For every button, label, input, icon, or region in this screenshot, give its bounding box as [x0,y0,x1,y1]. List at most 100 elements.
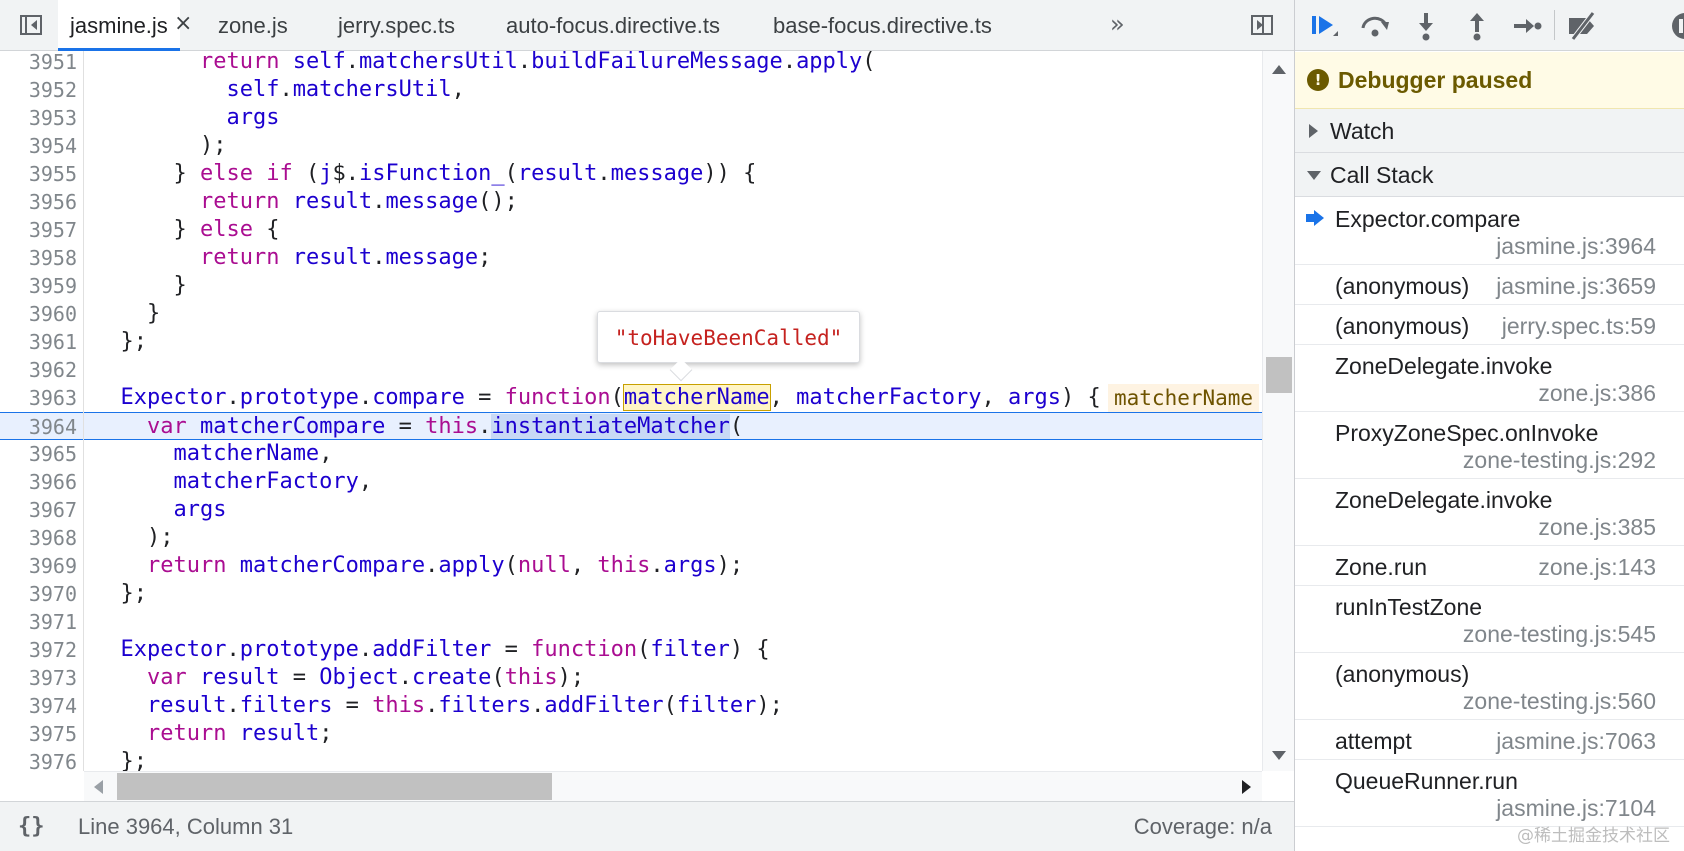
line-number[interactable]: 3975 [0,720,77,748]
frame-location[interactable]: jasmine.js:3964 [1496,233,1656,260]
line-number[interactable]: 3965 [0,440,77,468]
line-number[interactable]: 3968 [0,524,77,552]
call-stack-section-header[interactable]: Call Stack [1295,153,1684,197]
call-stack-frame[interactable]: attempt jasmine.js:7063 [1295,720,1684,760]
code-text: return self.matchersUtil.buildFailureMes… [199,51,876,74]
resume-button[interactable] [1303,6,1343,46]
code-line[interactable]: 3955 } else if (j$.isFunction_(result.me… [0,160,1262,188]
scroll-up-arrow-icon[interactable] [1272,65,1286,74]
call-stack-frame[interactable]: runInTestZone zone-testing.js:545 [1295,586,1684,653]
line-number[interactable]: 3972 [0,636,77,664]
line-number[interactable]: 3960 [0,300,77,328]
scroll-down-arrow-icon[interactable] [1272,751,1286,760]
code-line[interactable]: 3974 result.filters = this.filters.addFi… [0,692,1262,720]
frame-location[interactable]: zone-testing.js:545 [1463,621,1656,648]
line-number[interactable]: 3952 [0,76,77,104]
line-number[interactable]: 3957 [0,216,77,244]
frame-location[interactable]: zone.js:143 [1538,554,1656,581]
code-line[interactable]: 3954 ); [0,132,1262,160]
frame-location[interactable]: zone.js:386 [1538,380,1656,407]
code-line[interactable]: 3972 Expector.prototype.addFilter = func… [0,636,1262,664]
line-number[interactable]: 3971 [0,608,77,636]
vertical-scrollbar[interactable] [1262,51,1294,771]
horizontal-scrollbar[interactable] [84,771,1262,801]
code-line[interactable]: 3953 args [0,104,1262,132]
tab-jasmine-js[interactable]: jasmine.js [58,0,180,51]
vertical-scroll-thumb[interactable] [1266,357,1292,393]
code-line[interactable]: 3951 return self.matchersUtil.buildFailu… [0,51,1262,76]
execution-line[interactable]: 3964 var matcherCompare = this.instantia… [0,412,1262,440]
code-line[interactable]: 3963 Expector.prototype.compare = functi… [0,384,1262,412]
code-line[interactable]: 3971 [0,608,1262,636]
frame-location[interactable]: jasmine.js:3659 [1496,273,1656,300]
step-button[interactable] [1507,6,1547,46]
pretty-print-icon[interactable]: {} [18,802,45,851]
code-line[interactable]: 3956 return result.message(); [0,188,1262,216]
tab-jerry-spec-ts[interactable]: jerry.spec.ts [338,0,455,51]
code-line[interactable]: 3968 ); [0,524,1262,552]
deactivate-breakpoints-button[interactable] [1563,6,1603,46]
code-view[interactable]: 3951 return self.matchersUtil.buildFailu… [0,51,1262,771]
line-number[interactable]: 3962 [0,356,77,384]
code-line[interactable]: 3965 matcherName, [0,440,1262,468]
tab-base-focus-directive-ts[interactable]: base-focus.directive.ts [773,0,992,51]
more-tabs-chevron-icon[interactable]: » [1110,0,1125,49]
frame-location[interactable]: jasmine.js:7063 [1496,728,1656,755]
line-number[interactable]: 3963 [0,384,77,412]
call-stack-frame[interactable]: ZoneDelegate.invoke zone.js:385 [1295,479,1684,546]
line-number[interactable]: 3955 [0,160,77,188]
line-number[interactable]: 3976 [0,748,77,771]
code-line[interactable]: 3952 self.matchersUtil, [0,76,1262,104]
code-line[interactable]: 3975 return result; [0,720,1262,748]
line-number[interactable]: 3966 [0,468,77,496]
frame-location[interactable]: zone-testing.js:560 [1463,688,1656,715]
line-number[interactable]: 3969 [0,552,77,580]
tab-zone-js[interactable]: zone.js [218,0,288,51]
line-number[interactable]: 3970 [0,580,77,608]
code-line[interactable]: 3976 }; [0,748,1262,771]
pause-on-exceptions-button[interactable] [1665,6,1684,46]
code-line[interactable]: 3959 } [0,272,1262,300]
call-stack-frame[interactable]: (anonymous) zone-testing.js:560 [1295,653,1684,720]
watch-section-header[interactable]: Watch [1295,109,1684,153]
scroll-left-arrow-icon[interactable] [94,780,103,794]
frame-location[interactable]: zone.js:385 [1538,514,1656,541]
code-line[interactable]: 3967 args [0,496,1262,524]
line-number[interactable]: 3967 [0,496,77,524]
code-line[interactable]: 3969 return matcherCompare.apply(null, t… [0,552,1262,580]
frame-location[interactable]: jerry.spec.ts:59 [1502,313,1656,340]
frame-location[interactable]: zone-testing.js:292 [1463,447,1656,474]
horizontal-scroll-thumb[interactable] [117,773,552,800]
code-line[interactable]: 3973 var result = Object.create(this); [0,664,1262,692]
line-number[interactable]: 3953 [0,104,77,132]
code-line[interactable]: 3970 }; [0,580,1262,608]
step-into-button[interactable] [1406,6,1446,46]
call-stack-frame[interactable]: (anonymous) jasmine.js:3659 [1295,265,1684,305]
call-stack-frame[interactable]: ProxyZoneSpec.onInvoke zone-testing.js:29… [1295,412,1684,479]
toggle-debugger-sidebar-button[interactable] [1245,8,1279,42]
line-number[interactable]: 3964 [0,413,77,441]
close-tab-icon[interactable]: × [174,0,192,47]
line-number[interactable]: 3974 [0,692,77,720]
step-out-button[interactable] [1457,6,1497,46]
call-stack-frame[interactable]: Expector.compare jasmine.js:3964 [1295,198,1684,265]
step-over-button[interactable] [1355,6,1395,46]
line-number[interactable]: 3951 [0,51,77,76]
line-number[interactable]: 3956 [0,188,77,216]
line-number[interactable]: 3961 [0,328,77,356]
call-stack-frame[interactable]: ZoneDelegate.invoke zone.js:386 [1295,345,1684,412]
tab-auto-focus-directive-ts[interactable]: auto-focus.directive.ts [506,0,720,51]
toggle-navigator-button[interactable] [14,8,48,42]
line-number[interactable]: 3958 [0,244,77,272]
call-stack-frame[interactable]: QueueRunner.run jasmine.js:7104 [1295,760,1684,827]
code-line[interactable]: 3957 } else { [0,216,1262,244]
call-stack-frame[interactable]: (anonymous) jerry.spec.ts:59 [1295,305,1684,345]
frame-location[interactable]: jasmine.js:7104 [1496,795,1656,822]
line-number[interactable]: 3973 [0,664,77,692]
code-line[interactable]: 3958 return result.message; [0,244,1262,272]
call-stack-frame[interactable]: Zone.run zone.js:143 [1295,546,1684,586]
code-line[interactable]: 3966 matcherFactory, [0,468,1262,496]
line-number[interactable]: 3959 [0,272,77,300]
scroll-right-arrow-icon[interactable] [1242,780,1251,794]
line-number[interactable]: 3954 [0,132,77,160]
